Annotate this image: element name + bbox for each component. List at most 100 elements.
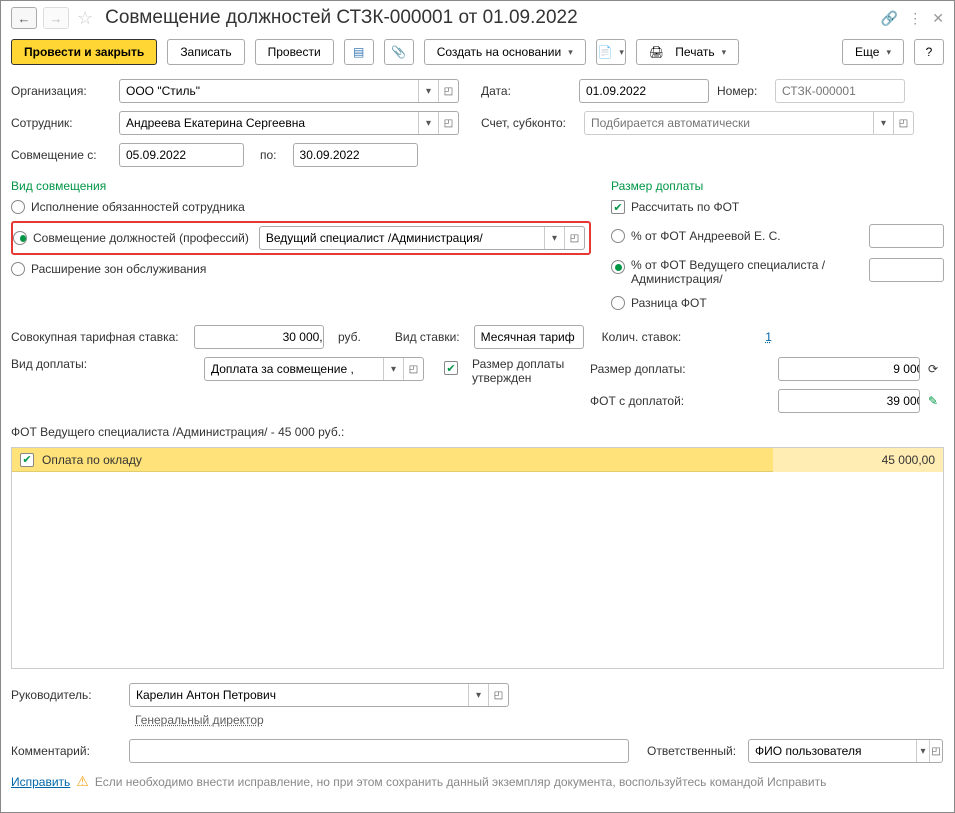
pay-type-input[interactable]: ▾ ◰ [204,357,424,381]
paperclip-icon: 📎 [391,45,406,59]
print-button[interactable]: 🖨 Печать▾ [636,39,739,65]
rate-kind-label: Вид ставки: [375,330,466,344]
post-button[interactable]: Провести [255,39,334,65]
pay-approved-label: Размер доплаты утвержден [472,357,582,385]
accruals-table[interactable]: ✔ Оплата по окладу 45 000,00 [11,447,944,669]
radio-icon [11,262,25,276]
radio-pct-employee[interactable]: % от ФОТ Андреевой Е. С. ▦ [601,219,954,253]
close-icon[interactable]: ✕ [932,10,944,27]
fix-link[interactable]: Исправить [11,775,70,789]
help-button[interactable]: ? [914,39,944,65]
pct1-input[interactable]: ▦ [869,224,944,248]
pay-amount-input[interactable]: ▦ [778,357,920,381]
open-icon[interactable]: ◰ [564,227,584,249]
open-icon[interactable]: ◰ [893,112,913,134]
comment-input[interactable] [129,739,629,763]
nav-forward-button[interactable]: → [43,7,69,29]
radio-duties[interactable]: Исполнение обязанностей сотрудника [1,195,601,219]
radio-icon [611,296,625,310]
from-input[interactable]: 📅 [119,143,244,167]
fot-with-label: ФОТ с доплатой: [590,394,690,408]
comment-label: Комментарий: [11,744,121,758]
account-input[interactable]: ▾ ◰ [584,111,914,135]
page-title: Совмещение должностей СТЗК-000001 от 01.… [105,7,578,29]
chevron-down-icon[interactable]: ▾ [383,358,403,380]
write-button[interactable]: Записать [167,39,244,65]
printer-icon: 🖨 [649,45,664,59]
open-icon[interactable]: ◰ [403,358,423,380]
open-icon[interactable]: ◰ [929,740,942,762]
chevron-down-icon: ▾ [886,47,891,58]
fot-line-label: ФОТ Ведущего специалиста /Администрация/… [1,417,954,443]
fot-with-input[interactable]: ▦ [778,389,920,413]
chevron-down-icon[interactable]: ▾ [544,227,564,249]
employee-label: Сотрудник: [11,116,111,130]
menu-dots-icon[interactable]: ⋮ [908,10,922,27]
manager-input[interactable]: ▾ ◰ [129,683,509,707]
arrow-right-icon: → [50,11,63,26]
employee-input[interactable]: ▾ ◰ [119,111,459,135]
chevron-down-icon[interactable]: ▾ [916,740,929,762]
chevron-down-icon[interactable]: ▾ [418,112,438,134]
org-label: Организация: [11,84,111,98]
row-amount: 45 000,00 [773,448,943,472]
manager-position-link[interactable]: Генеральный директор [123,713,264,727]
edit-icon[interactable]: ✎ [928,394,944,408]
open-icon[interactable]: ◰ [438,112,458,134]
position-input[interactable]: ▾ ◰ [259,226,585,250]
link-icon[interactable]: 🔗 [881,10,898,27]
responsible-input[interactable]: ▾ ◰ [748,739,943,763]
attach-button[interactable]: 📎 [384,39,414,65]
chevron-down-icon[interactable]: ▾ [418,80,438,102]
radio-positions-label[interactable]: Совмещение должностей (профессий) [33,231,249,245]
chevron-down-icon: ▾ [722,47,727,58]
radio-pct-position[interactable]: % от ФОТ Ведущего специалиста /Администр… [601,253,954,291]
open-icon[interactable]: ◰ [438,80,458,102]
post-and-close-button[interactable]: Провести и закрыть [11,39,157,65]
warn-text: Если необходимо внести исправление, но п… [95,775,827,789]
radio-diff-fot[interactable]: Разница ФОТ [601,291,954,315]
favorite-star-icon[interactable]: ☆ [75,8,95,29]
movements-button[interactable]: ▤ [344,39,374,65]
radio-icon [611,260,625,274]
arrow-left-icon: ← [18,11,31,26]
receipt-icon: ▤ [353,45,364,59]
date-label: Дата: [481,84,521,98]
radio-positions-highlighted: Совмещение должностей (профессий) ▾ ◰ [11,221,591,255]
rub-label: руб. [332,330,367,344]
pay-section-label: Размер доплаты [601,171,954,195]
chevron-down-icon[interactable]: ▾ [468,684,488,706]
org-input[interactable]: ▾ ◰ [119,79,459,103]
copy-button[interactable]: 📄▾ [596,39,626,65]
rate-kind-input[interactable] [474,325,584,349]
more-button[interactable]: Еще▾ [842,39,904,65]
open-icon[interactable]: ◰ [488,684,508,706]
create-on-basis-button[interactable]: Создать на основании▾ [424,39,586,65]
row-check-icon[interactable]: ✔ [20,453,34,467]
copy-icon: 📄 [597,45,612,59]
chevron-down-icon: ▾ [568,47,573,58]
from-label: Совмещение с: [11,148,111,162]
table-row[interactable]: ✔ Оплата по окладу 45 000,00 [12,448,943,472]
refresh-icon[interactable]: ⟳ [928,362,944,376]
stake-count-label: Колич. ставок: [592,330,688,344]
number-input[interactable] [775,79,905,103]
warning-icon: ⚠ [76,773,89,790]
pay-amount-label: Размер доплаты: [590,362,690,376]
pay-approved-check[interactable]: ✔ [444,361,458,375]
chevron-down-icon[interactable]: ▾ [873,112,893,134]
responsible-label: Ответственный: [647,744,736,758]
check-calc-fot[interactable]: ✔ Рассчитать по ФОТ [601,195,954,219]
radio-zones[interactable]: Расширение зон обслуживания [1,257,601,281]
to-input[interactable]: 📅 [293,143,418,167]
stake-count-link[interactable]: 1 [695,330,772,344]
date-input[interactable]: 📅 [579,79,709,103]
kind-section-label: Вид совмещения [1,171,601,195]
rate-input[interactable] [194,325,324,349]
nav-back-button[interactable]: ← [11,7,37,29]
pay-type-label: Вид доплаты: [11,357,96,371]
radio-icon[interactable] [13,231,27,245]
checkbox-icon: ✔ [611,200,625,214]
to-label: по: [252,148,285,162]
pct2-input[interactable]: ▦ [869,258,944,282]
